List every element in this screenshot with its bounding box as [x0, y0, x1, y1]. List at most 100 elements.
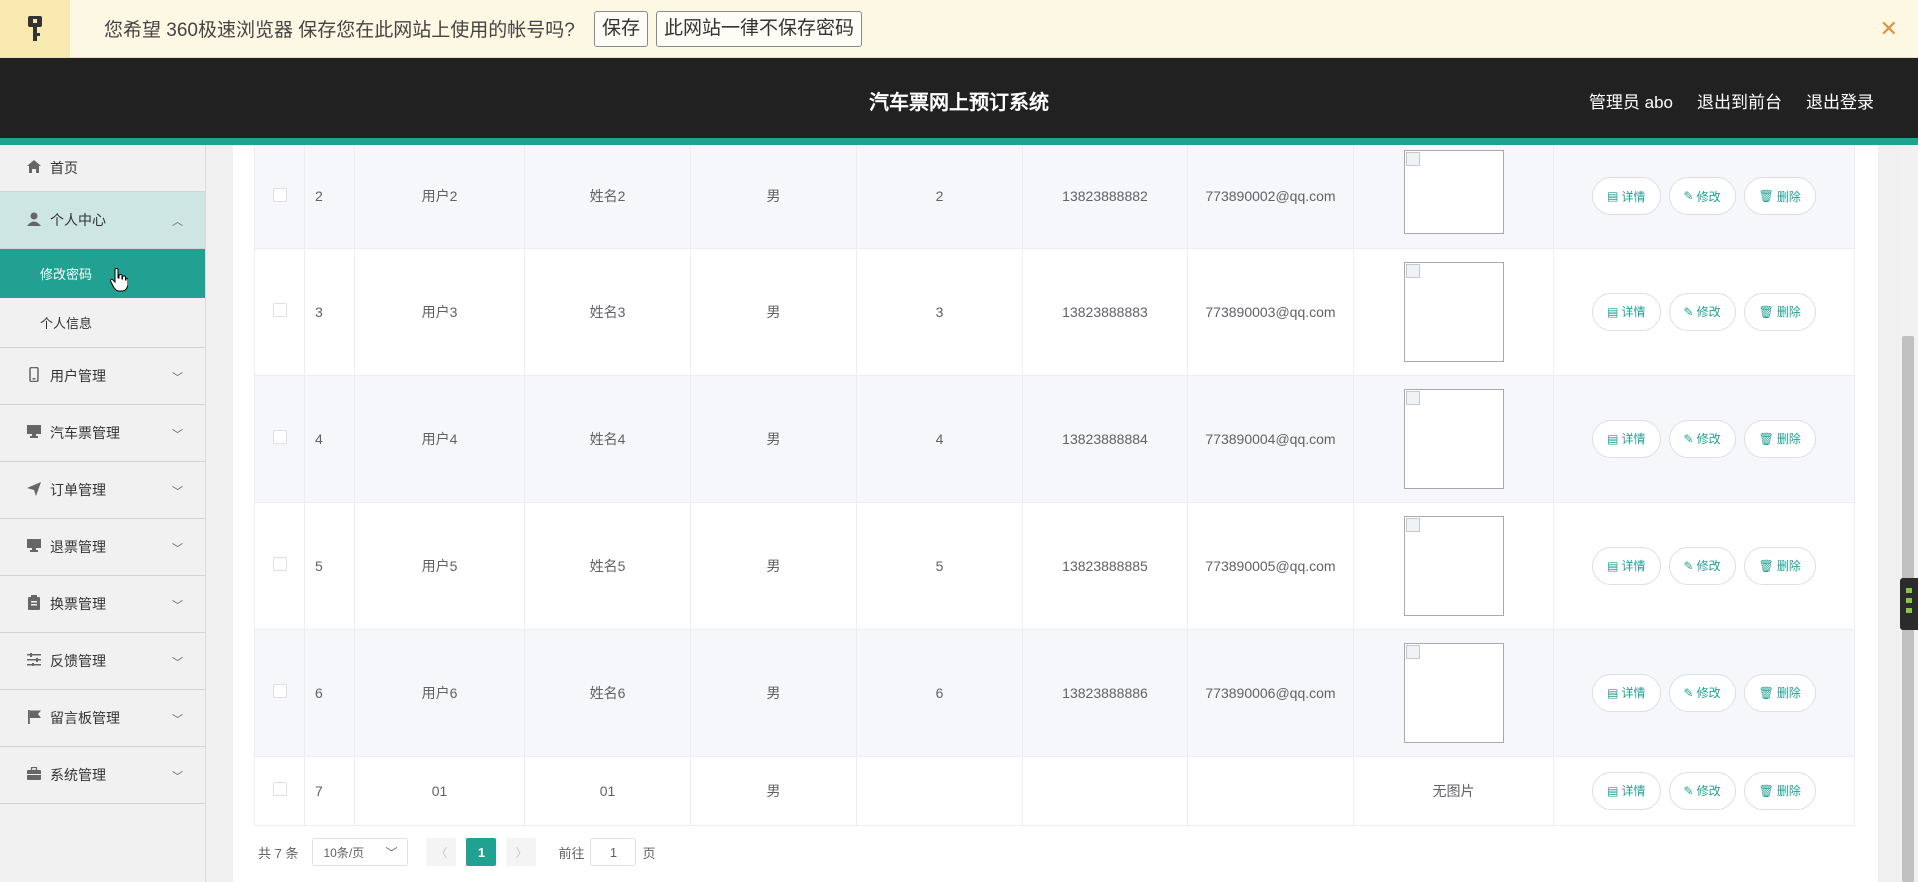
- delete-button[interactable]: 🗑 删除: [1743, 546, 1816, 585]
- photo-cell: [1353, 248, 1554, 376]
- chevron-up-icon: ︿: [172, 216, 183, 228]
- sidebar-item-personal-center[interactable]: 个人中心 ︿: [0, 192, 205, 249]
- pencil-icon: ✎: [1683, 189, 1694, 204]
- total-count: 共 7 条: [258, 845, 299, 861]
- document-icon: ▤: [1607, 189, 1619, 204]
- email-cell: 773890004@qq.com: [1187, 375, 1354, 503]
- name-cell: 01: [524, 756, 691, 826]
- goto-page-input[interactable]: 1: [590, 838, 637, 866]
- close-icon[interactable]: ✕: [1880, 16, 1898, 42]
- sidebar-item-ticket-management[interactable]: 汽车票管理 ﹀: [0, 405, 205, 462]
- prev-page-button[interactable]: 〈: [426, 838, 457, 866]
- row-checkbox[interactable]: [272, 303, 287, 317]
- sidebar-item-label: 首页: [50, 160, 78, 176]
- chevron-down-icon: ﹀: [385, 845, 398, 860]
- name-cell: 姓名3: [524, 248, 691, 376]
- sidebar-item-label: 留言板管理: [50, 710, 120, 726]
- top-nav: 汽车票网上预订系统 管理员 abo 退出到前台 退出登录: [0, 58, 1918, 138]
- phone-cell: 13823888882: [1022, 145, 1188, 249]
- delete-button[interactable]: 🗑 删除: [1743, 673, 1816, 712]
- broken-image-icon: [1403, 642, 1504, 743]
- detail-button[interactable]: ▤ 详情: [1592, 546, 1661, 585]
- document-icon: ▤: [1607, 685, 1619, 700]
- pencil-icon: ✎: [1683, 558, 1694, 573]
- broken-image-icon: [1403, 150, 1504, 235]
- sidebar-item-refund-management[interactable]: 退票管理 ﹀: [0, 519, 205, 576]
- photo-cell: [1353, 502, 1554, 630]
- account-cell: 用户6: [354, 629, 525, 757]
- sidebar-subitem-personal-info[interactable]: 个人信息: [0, 298, 205, 348]
- edit-button[interactable]: ✎ 修改: [1668, 177, 1736, 216]
- trash-icon: 🗑: [1758, 189, 1774, 204]
- delete-button[interactable]: 🗑 删除: [1743, 292, 1816, 331]
- page-number-current[interactable]: 1: [466, 838, 497, 866]
- delete-button[interactable]: 🗑 删除: [1743, 419, 1816, 458]
- sidebar-item-exchange-management[interactable]: 换票管理 ﹀: [0, 576, 205, 633]
- table-row: 7 01 01 男 无图片 ▤ 详情 ✎ 修改 🗑 删除: [254, 756, 1855, 826]
- photo-cell: 无图片: [1353, 756, 1554, 826]
- delete-button[interactable]: 🗑 删除: [1743, 771, 1816, 810]
- row-checkbox[interactable]: [272, 557, 287, 571]
- gender-cell: 男: [690, 502, 857, 630]
- key-icon: [0, 0, 70, 57]
- broken-image-icon: [1403, 388, 1504, 489]
- monitor-icon: [26, 425, 42, 441]
- detail-button[interactable]: ▤ 详情: [1592, 177, 1661, 216]
- sidebar-item-feedback-management[interactable]: 反馈管理 ﹀: [0, 633, 205, 690]
- table-row: 2 用户2 姓名2 男 2 13823888882 773890002@qq.c…: [254, 145, 1855, 249]
- user-table: 2 用户2 姓名2 男 2 13823888882 773890002@qq.c…: [254, 145, 1855, 826]
- edit-button[interactable]: ✎ 修改: [1668, 419, 1736, 458]
- sidebar-item-order-management[interactable]: 订单管理 ﹀: [0, 462, 205, 519]
- sidebar-subitem-change-password[interactable]: 修改密码: [0, 249, 205, 298]
- document-icon: ▤: [1607, 431, 1619, 446]
- edit-button[interactable]: ✎ 修改: [1668, 292, 1736, 331]
- trash-icon: 🗑: [1758, 431, 1774, 446]
- sidebar-item-message-board-management[interactable]: 留言板管理 ﹀: [0, 690, 205, 747]
- edit-button[interactable]: ✎ 修改: [1668, 546, 1736, 585]
- row-checkbox[interactable]: [272, 684, 287, 698]
- row-checkbox[interactable]: [272, 782, 287, 796]
- broken-image-icon: [1403, 261, 1504, 362]
- chevron-down-icon: ﹀: [172, 429, 183, 441]
- sidebar-item-home[interactable]: 首页: [0, 145, 205, 192]
- trash-icon: 🗑: [1758, 685, 1774, 700]
- detail-button[interactable]: ▤ 详情: [1592, 771, 1661, 810]
- side-widget[interactable]: [1900, 578, 1918, 630]
- exit-to-front-link[interactable]: 退出到前台: [1697, 88, 1782, 113]
- briefcase-icon: [26, 766, 42, 783]
- sidebar-item-label: 汽车票管理: [50, 425, 120, 441]
- edit-button[interactable]: ✎ 修改: [1668, 673, 1736, 712]
- send-icon: [26, 481, 42, 499]
- delete-button[interactable]: 🗑 删除: [1743, 177, 1816, 216]
- detail-button[interactable]: ▤ 详情: [1592, 419, 1661, 458]
- detail-button[interactable]: ▤ 详情: [1592, 673, 1661, 712]
- chevron-down-icon: ﹀: [172, 543, 183, 555]
- edit-button[interactable]: ✎ 修改: [1668, 771, 1736, 810]
- page-size-select[interactable]: 10条/页 ﹀: [312, 838, 409, 866]
- table-row: 5 用户5 姓名5 男 5 13823888885 773890005@qq.c…: [254, 502, 1855, 630]
- age-cell: [856, 756, 1023, 826]
- row-checkbox[interactable]: [272, 430, 287, 444]
- save-password-button[interactable]: 保存: [594, 11, 649, 47]
- table-row: 3 用户3 姓名3 男 3 13823888883 773890003@qq.c…: [254, 248, 1855, 376]
- row-checkbox[interactable]: [272, 187, 287, 202]
- chevron-down-icon: ﹀: [172, 486, 183, 498]
- pencil-icon: ✎: [1683, 783, 1694, 798]
- sidebar-item-label: 系统管理: [50, 767, 106, 783]
- admin-user-label: 管理员 abo: [1588, 93, 1673, 112]
- age-cell: 4: [856, 375, 1023, 503]
- name-cell: 姓名2: [524, 145, 691, 249]
- sidebar-item-user-management[interactable]: 用户管理 ﹀: [0, 348, 205, 405]
- email-cell: 773890005@qq.com: [1187, 502, 1354, 630]
- name-cell: 姓名5: [524, 502, 691, 630]
- row-index: 2: [304, 145, 355, 249]
- next-page-button[interactable]: 〉: [506, 838, 537, 866]
- detail-button[interactable]: ▤ 详情: [1592, 292, 1661, 331]
- sidebar-item-system-management[interactable]: 系统管理 ﹀: [0, 747, 205, 804]
- email-cell: 773890006@qq.com: [1187, 629, 1354, 757]
- pagination: 共 7 条 10条/页 ﹀ 〈 1 〉 前往 1 页: [258, 838, 656, 866]
- accent-bar: [0, 138, 1918, 145]
- logout-link[interactable]: 退出登录: [1806, 88, 1874, 113]
- photo-cell: [1353, 629, 1554, 757]
- never-save-password-button[interactable]: 此网站一律不保存密码: [656, 11, 863, 47]
